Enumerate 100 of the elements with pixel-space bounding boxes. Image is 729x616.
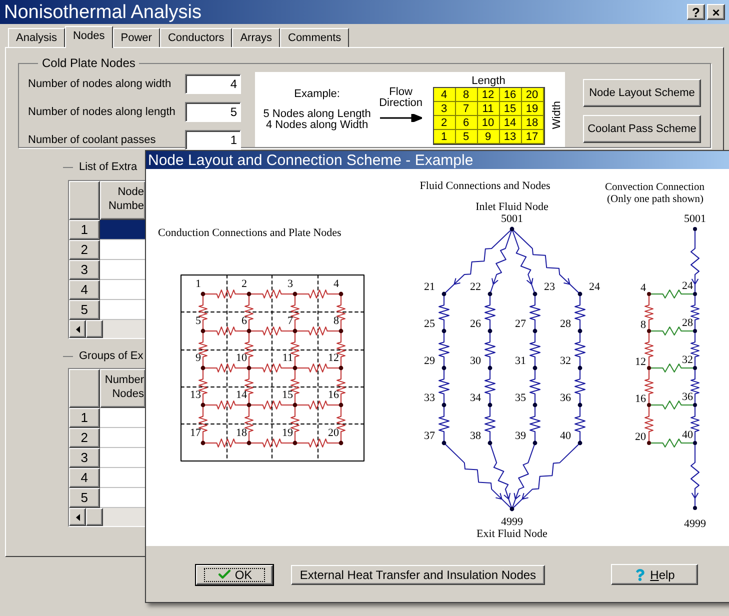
scroll-left-button[interactable] [69,320,86,338]
tab[interactable]: Power [112,28,160,47]
node-label: 31 [515,355,526,367]
diagram-title: Conduction Connections and Plate Nodes [158,227,342,239]
node-label: 36 [682,391,693,403]
tab[interactable]: Conductors [160,28,232,47]
table-cell[interactable] [100,280,146,300]
example-text: 5 Nodes along Length [263,108,371,120]
row-header: 2 [69,428,100,448]
close-button[interactable]: × [707,4,725,20]
scroll-left-button[interactable] [69,508,86,526]
grid-cell: 20 [522,88,544,102]
grid-cell: 19 [522,102,544,116]
tab[interactable]: Nodes [64,26,113,48]
node-label: 20 [328,427,339,439]
node-label: 12 [328,352,339,364]
left-arrow-icon [76,326,80,332]
scheme-button[interactable]: Node Layout Scheme [583,79,701,107]
node-label: 24 [589,281,600,293]
table-cell[interactable] [100,300,146,320]
node-label: 39 [515,430,526,442]
grid-cell: 13 [500,130,522,144]
grid-cell: 16 [500,88,522,102]
scheme-button[interactable]: Coolant Pass Scheme [583,115,701,143]
node-label: 16 [328,389,339,401]
node-label: 10 [236,352,247,364]
grid-cell: 17 [522,130,544,144]
section-title: Groups of Ex [79,348,144,364]
row-header: 3 [69,448,100,468]
help-button[interactable]: Help [611,564,698,585]
scroll-thumb[interactable] [86,320,103,338]
table-cell[interactable] [100,240,146,260]
help-button[interactable]: ? [687,4,705,20]
node-label: 3 [288,278,293,290]
grid-cell: 9 [478,130,500,144]
grid-cell: 10 [478,116,500,130]
header-text: Number [104,373,144,387]
length-label: Length [472,74,506,86]
node-label: 23 [544,281,555,293]
exit-label: Exit Fluid Node [476,528,548,540]
grid-cell: 8 [456,88,478,102]
table-cell[interactable] [100,428,146,448]
diagram-title: Convection Connection [605,182,704,193]
node-label: 8 [640,319,646,331]
node-label: 29 [424,355,435,367]
node-label: 7 [288,315,293,327]
node-label: 11 [282,352,293,364]
node-label: 38 [470,430,481,442]
tab[interactable]: Arrays [232,28,280,47]
width-label: Width [550,101,564,130]
row-header: 3 [69,260,100,280]
row-header: 4 [69,468,100,488]
header-text: Node [116,185,144,199]
table-cell[interactable] [100,260,146,280]
grid-cell: 18 [522,116,544,130]
grid-cell: 2 [434,116,456,130]
field-label: Number of nodes along length [28,104,176,120]
node-label: 17 [190,427,201,439]
row-header: 4 [69,280,100,300]
group-title: Cold Plate Nodes [41,55,136,72]
button-label: Help [650,566,675,584]
diagram-title: Fluid Connections and Nodes [420,180,550,192]
node-label: 4999 [501,516,523,528]
node-label: 1 [196,278,201,290]
tab[interactable]: Analysis [8,28,65,47]
node-label: 30 [470,355,481,367]
scroll-thumb[interactable] [86,508,103,526]
node-label: 18 [236,427,247,439]
input-field[interactable]: 1 [185,130,241,150]
dialog-title: Node Layout and Connection Scheme - Example [148,152,474,168]
question-icon [634,568,646,580]
tab[interactable]: Comments [280,28,350,47]
ok-button[interactable]: OK [196,564,273,584]
node-label: 36 [560,392,571,404]
table-cell[interactable] [100,448,146,468]
node-label: 34 [470,392,481,404]
node-label: 28 [682,317,693,329]
table-cell[interactable] [100,220,146,240]
node-label: 16 [635,393,646,405]
node-label: 22 [470,281,481,293]
header-text: Nodes [111,387,144,401]
table-cell[interactable] [100,408,146,428]
node-label: 32 [560,355,571,367]
flow-label: Direction [379,98,422,109]
row-header: 1 [69,408,100,428]
node-label: 5 [196,315,201,327]
node-label: 4 [334,278,339,290]
flow-label: Flow [389,87,412,98]
node-label: 21 [424,281,435,293]
node-label: 20 [635,431,646,443]
node-label: 14 [236,389,247,401]
example-text: 4 Nodes along Width [266,120,368,130]
table-cell[interactable] [100,488,146,508]
external-nodes-button[interactable]: External Heat Transfer and Insulation Nodes [291,564,545,584]
grid-cell: 3 [434,102,456,116]
input-field[interactable]: 4 [185,74,241,94]
input-field[interactable]: 5 [185,102,241,122]
table-cell[interactable] [100,468,146,488]
row-header: 2 [69,240,100,260]
node-label: 9 [196,352,201,364]
